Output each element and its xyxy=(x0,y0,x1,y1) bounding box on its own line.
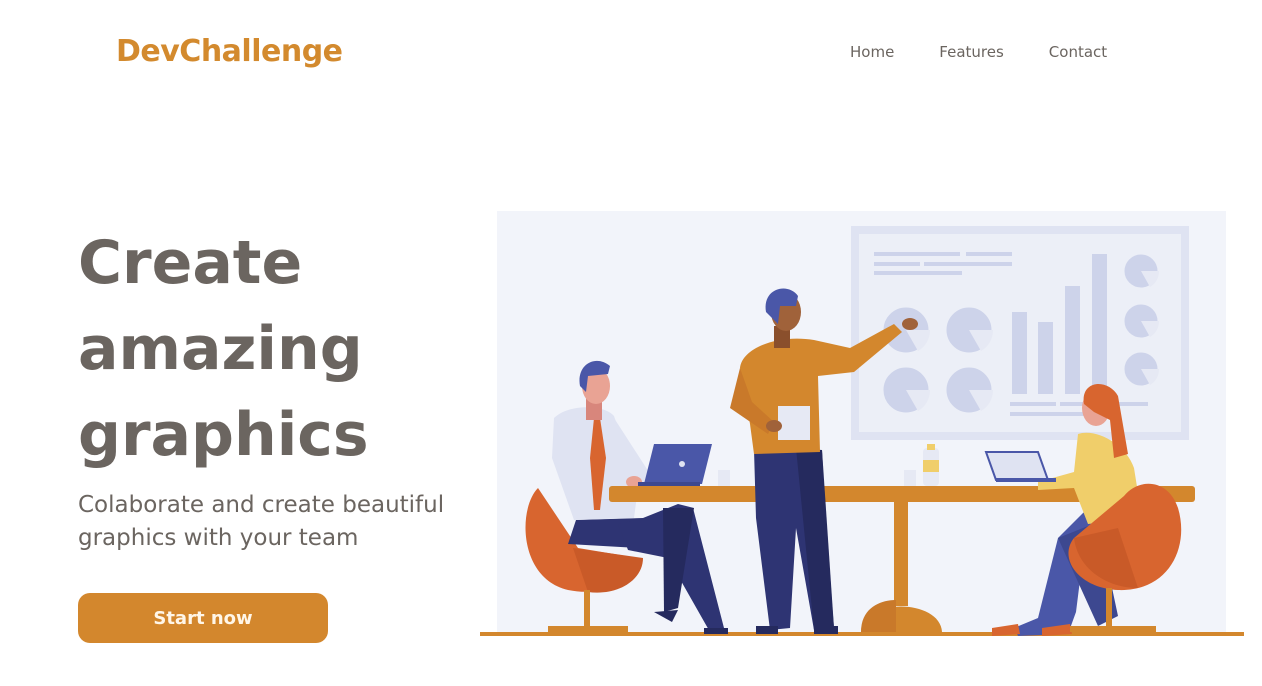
top-nav: Home Features Contact xyxy=(850,43,1152,61)
floor-line xyxy=(480,632,1244,636)
team-meeting-illustration xyxy=(480,211,1244,636)
nav-link-contact[interactable]: Contact xyxy=(1049,43,1107,61)
hero-title-line: Create xyxy=(78,228,303,298)
presentation-board xyxy=(851,226,1189,440)
hero-title: Create amazing graphics xyxy=(78,220,478,478)
landing-page: DevChallenge Home Features Contact Creat… xyxy=(0,0,1262,686)
cup-icon xyxy=(718,470,730,486)
start-now-button[interactable]: Start now xyxy=(78,593,328,643)
nav-link-features[interactable]: Features xyxy=(939,43,1004,61)
hero-title-line: graphics xyxy=(78,400,369,470)
hero-subtitle: Colaborate and create beautiful graphics… xyxy=(78,492,445,551)
logo[interactable]: DevChallenge xyxy=(116,34,343,69)
bottle-icon xyxy=(923,444,939,486)
hero-title-line: amazing xyxy=(78,314,363,384)
cup-icon xyxy=(904,470,916,486)
nav-link-home[interactable]: Home xyxy=(850,43,894,61)
